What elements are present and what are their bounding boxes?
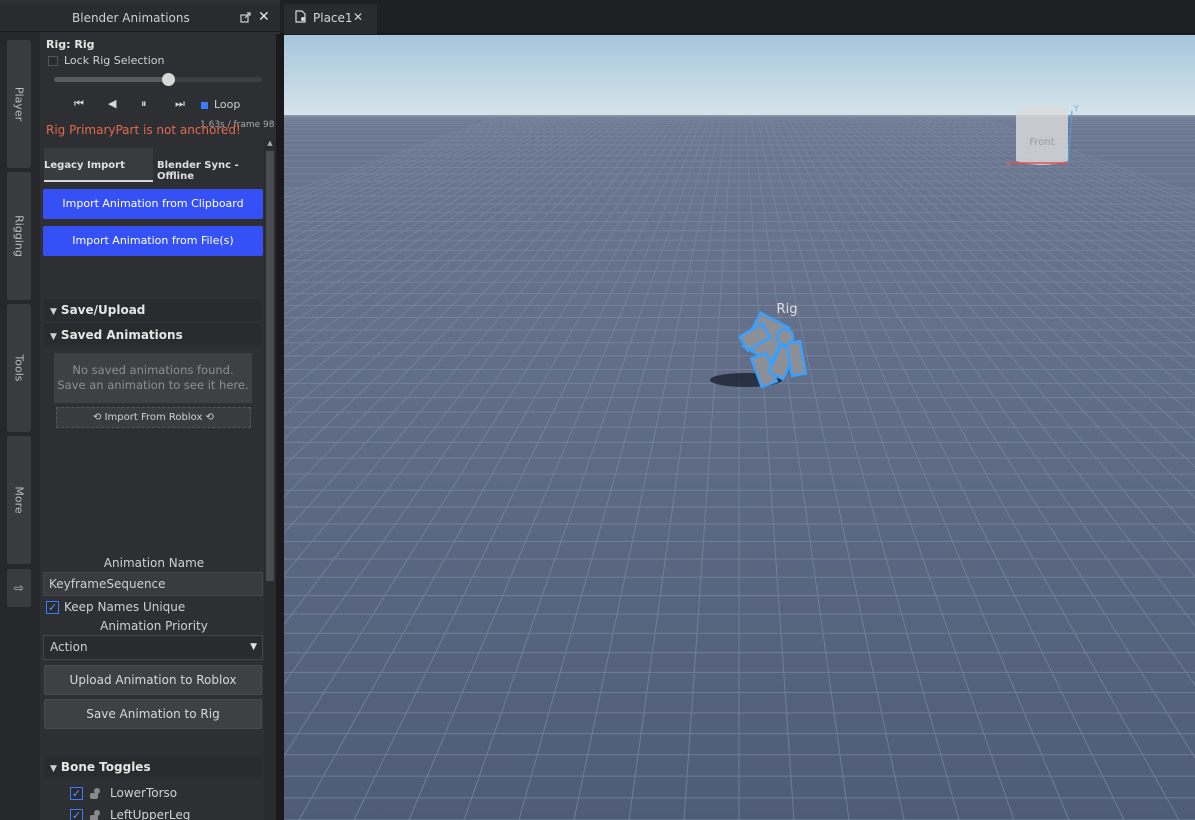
lock-rig-checkbox[interactable] <box>48 56 58 66</box>
document-tab-label: Place1 <box>313 11 353 25</box>
collapse-arrow-button[interactable]: ⇨ <box>7 569 31 607</box>
saved-animations-section[interactable]: ▼ Saved Animations <box>44 324 262 346</box>
svg-text:X: X <box>1006 160 1012 169</box>
bone-label: LeftUpperLeg <box>110 808 191 820</box>
plugin-sidebar: Player Rigging Tools More ⇨ <box>0 32 40 820</box>
panel-title: Blender Animations <box>72 11 190 25</box>
loop-checkbox[interactable] <box>201 101 208 109</box>
pause-button[interactable]: ⏸ <box>141 97 147 111</box>
lock-rig-toggle[interactable]: Lock Rig Selection <box>48 54 164 67</box>
close-icon[interactable]: ✕ <box>353 10 363 24</box>
tab-tools-label: Tools <box>12 354 26 382</box>
popout-icon[interactable] <box>240 12 251 26</box>
panel-content: Rig: Rig Lock Rig Selection ⏮ ◀ ⏸ ⏭ Loop… <box>40 32 280 820</box>
bone-item-lowertorso[interactable]: ✓ LowerTorso <box>70 786 177 800</box>
app-root: Blender Animations ✕ Player Rigging Tool… <box>0 0 1195 820</box>
viewport-scene: Rig Front Y X <box>284 35 1195 820</box>
timeline-slider-knob[interactable] <box>162 73 176 86</box>
scrollbar-thumb[interactable] <box>266 151 274 581</box>
tab-blender-sync[interactable]: Blender Sync - Offline <box>157 148 267 182</box>
bone-toggles-section[interactable]: ▼ Bone Toggles <box>44 756 262 778</box>
step-back-button[interactable]: ◀ <box>108 97 116 110</box>
bone-toggles-title: Bone Toggles <box>60 760 151 774</box>
tab-player[interactable]: Player <box>7 40 31 168</box>
tab-legacy-import-label: Legacy Import <box>44 160 125 171</box>
priority-value: Action <box>50 640 88 654</box>
saved-animations-title: Saved Animations <box>60 328 183 342</box>
empty-line-2: Save an animation to see it here. <box>57 378 249 392</box>
skip-end-button[interactable]: ⏭ <box>175 97 185 111</box>
tab-rigging[interactable]: Rigging <box>7 172 31 300</box>
bone-label: LowerTorso <box>110 786 178 800</box>
loop-label: Loop <box>214 98 241 111</box>
saved-animations-empty: No saved animations found. Save an anima… <box>54 353 252 403</box>
checkmark-icon[interactable]: ✓ <box>70 809 83 820</box>
checkmark-icon[interactable]: ✓ <box>46 601 59 614</box>
save-animation-button[interactable]: Save Animation to Rig <box>44 699 262 729</box>
keep-names-unique-toggle[interactable]: ✓ Keep Names Unique <box>46 600 185 614</box>
tab-more-label: More <box>12 486 26 514</box>
import-clipboard-button[interactable]: Import Animation from Clipboard <box>43 189 263 219</box>
bone-item-leftupperleg[interactable]: ✓ LeftUpperLeg <box>70 808 190 820</box>
tab-rigging-label: Rigging <box>12 215 26 257</box>
arrow-right-icon: ⇨ <box>13 581 25 595</box>
bone-icon <box>88 809 102 820</box>
chevron-down-icon: ▼ <box>250 642 257 652</box>
animation-priority-label: Animation Priority <box>100 619 208 633</box>
chevron-down-icon: ▼ <box>50 332 57 342</box>
save-upload-section[interactable]: ▼ Save/Upload <box>44 299 262 321</box>
rig-title: Rig: Rig <box>46 38 95 51</box>
bone-icon <box>88 787 102 800</box>
panel-scrollbar[interactable]: ▲ <box>264 139 276 820</box>
panel-titlebar: Blender Animations ✕ <box>0 4 280 32</box>
document-tab-bar <box>280 0 1195 34</box>
chevron-down-icon: ▼ <box>50 307 57 317</box>
save-upload-title: Save/Upload <box>60 303 146 317</box>
svg-text:Front: Front <box>1029 137 1054 148</box>
loop-toggle[interactable]: Loop <box>201 98 240 111</box>
place-file-icon <box>295 10 307 26</box>
plugin-panel: Blender Animations ✕ Player Rigging Tool… <box>0 0 280 820</box>
timeline-slider-fill <box>54 77 169 82</box>
timeline-slider[interactable] <box>54 73 262 86</box>
animation-name-label: Animation Name <box>103 556 205 570</box>
3d-viewport[interactable]: Rig Front Y X <box>284 35 1195 820</box>
document-tab-place1[interactable]: Place1 ✕ <box>284 4 377 34</box>
sky <box>284 35 1195 117</box>
tab-blender-sync-label: Blender Sync - Offline <box>157 160 239 182</box>
upload-animation-button[interactable]: Upload Animation to Roblox <box>44 665 262 695</box>
empty-line-1: No saved animations found. <box>72 363 234 377</box>
animation-priority-select[interactable]: Action ▼ <box>43 635 263 660</box>
animation-name-input[interactable]: KeyframeSequence <box>43 572 263 596</box>
checkmark-icon[interactable]: ✓ <box>70 787 83 800</box>
tab-legacy-import[interactable]: Legacy Import <box>44 148 153 182</box>
panel-splitter[interactable] <box>276 34 284 820</box>
skip-start-button[interactable]: ⏮ <box>74 97 84 111</box>
svg-text:Y: Y <box>1073 104 1079 113</box>
keep-names-unique-label: Keep Names Unique <box>64 600 186 614</box>
chevron-down-icon: ▼ <box>50 764 57 774</box>
tab-player-label: Player <box>12 86 26 122</box>
close-icon[interactable]: ✕ <box>258 9 270 25</box>
import-tabs: Legacy Import Blender Sync - Offline <box>44 148 264 182</box>
scroll-up-icon[interactable]: ▲ <box>264 139 276 149</box>
lock-rig-label: Lock Rig Selection <box>64 54 165 67</box>
rig-name-tag: Rig <box>777 302 798 317</box>
anchor-warning: Rig PrimaryPart is not anchored! <box>46 123 241 137</box>
tab-more[interactable]: More <box>7 436 31 564</box>
tab-tools[interactable]: Tools <box>7 304 31 432</box>
import-from-roblox-button[interactable]: ⟲ Import From Roblox ⟲ <box>56 407 251 428</box>
import-files-button[interactable]: Import Animation from File(s) <box>43 226 263 256</box>
